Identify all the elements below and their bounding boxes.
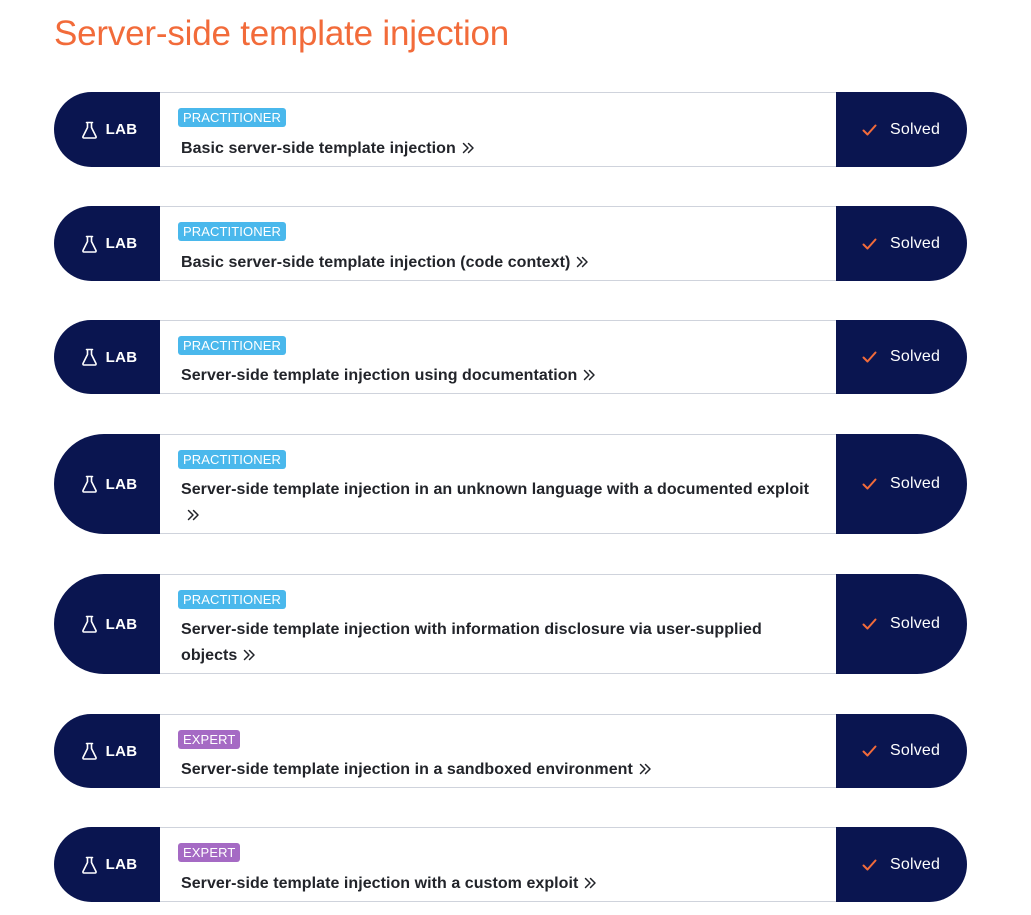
page-title: Server-side template injection xyxy=(54,14,510,53)
lab-type-tag: LAB xyxy=(54,206,160,281)
check-icon xyxy=(862,745,877,757)
lab-type-tag: LAB xyxy=(54,320,160,394)
lab-content: PRACTITIONER Server-side template inject… xyxy=(160,434,836,534)
lab-title-link[interactable]: Server-side template injection in a sand… xyxy=(181,757,816,783)
lab-row[interactable]: LAB PRACTITIONER Server-side template in… xyxy=(54,320,967,394)
lab-title-link[interactable]: Server-side template injection in an unk… xyxy=(181,477,816,529)
level-badge: EXPERT xyxy=(178,730,241,749)
lab-title-link[interactable]: Server-side template injection with info… xyxy=(181,617,816,669)
lab-type-tag: LAB xyxy=(54,714,160,788)
lab-type-label: LAB xyxy=(105,856,138,873)
lab-row[interactable]: LAB EXPERT Server-side template injectio… xyxy=(54,827,967,902)
lab-row[interactable]: LAB PRACTITIONER Server-side template in… xyxy=(54,434,967,534)
lab-title-link[interactable]: Basic server-side template injection (co… xyxy=(181,250,816,276)
check-icon xyxy=(862,618,877,630)
check-icon xyxy=(862,478,877,490)
lab-status: Solved xyxy=(836,206,967,281)
check-icon xyxy=(862,351,877,363)
double-chevron-right-icon xyxy=(584,369,596,381)
level-badge: PRACTITIONER xyxy=(178,450,286,469)
status-label: Solved xyxy=(890,234,941,252)
lab-title[interactable]: Server-side template injection with a cu… xyxy=(181,875,578,892)
double-chevron-right-icon xyxy=(244,649,256,661)
check-icon xyxy=(862,859,877,870)
level-badge: EXPERT xyxy=(178,843,241,862)
status-label: Solved xyxy=(890,742,941,759)
lab-row[interactable]: LAB PRACTITIONER Server-side template in… xyxy=(54,574,967,674)
status-label: Solved xyxy=(890,475,941,492)
lab-content: PRACTITIONER Basic server-side template … xyxy=(160,206,836,281)
status-label: Solved xyxy=(890,855,941,873)
lab-title[interactable]: Server-side template injection in an unk… xyxy=(181,481,809,498)
lab-title[interactable]: Server-side template injection in a sand… xyxy=(181,761,633,778)
lab-type-label: LAB xyxy=(105,121,138,138)
lab-title-link[interactable]: Server-side template injection with a cu… xyxy=(181,871,816,897)
lab-type-tag: LAB xyxy=(54,434,160,534)
double-chevron-right-icon xyxy=(585,877,597,889)
lab-title[interactable]: Server-side template injection using doc… xyxy=(181,367,577,384)
flask-icon xyxy=(81,121,97,139)
double-chevron-right-icon xyxy=(462,142,474,154)
double-chevron-right-icon xyxy=(577,256,589,268)
status-label: Solved xyxy=(890,120,941,138)
lab-type-tag: LAB xyxy=(54,827,160,902)
level-badge: PRACTITIONER xyxy=(178,222,286,241)
check-icon xyxy=(862,238,877,249)
lab-type-label: LAB xyxy=(105,615,138,633)
lab-type-label: LAB xyxy=(105,235,138,252)
lab-type-tag: LAB xyxy=(54,574,160,674)
lab-type-tag: LAB xyxy=(54,92,160,167)
lab-status: Solved xyxy=(836,827,967,902)
lab-type-label: LAB xyxy=(105,348,138,366)
level-badge: PRACTITIONER xyxy=(178,336,286,355)
lab-row[interactable]: LAB EXPERT Server-side template injectio… xyxy=(54,714,967,788)
lab-type-label: LAB xyxy=(105,742,138,760)
lab-status: Solved xyxy=(836,434,967,534)
double-chevron-right-icon xyxy=(187,509,199,521)
status-label: Solved xyxy=(890,348,941,365)
level-badge: PRACTITIONER xyxy=(178,108,286,127)
lab-content: PRACTITIONER Basic server-side template … xyxy=(160,92,836,167)
lab-title-link[interactable]: Server-side template injection using doc… xyxy=(181,363,816,389)
lab-status: Solved xyxy=(836,92,967,167)
lab-title[interactable]: Basic server-side template injection xyxy=(181,140,456,157)
lab-title[interactable]: Server-side template injection with info… xyxy=(181,621,762,664)
lab-status: Solved xyxy=(836,714,967,788)
lab-content: PRACTITIONER Server-side template inject… xyxy=(160,574,836,674)
lab-title[interactable]: Basic server-side template injection (co… xyxy=(181,254,570,271)
flask-icon xyxy=(81,475,97,493)
lab-status: Solved xyxy=(836,574,967,674)
lab-status: Solved xyxy=(836,320,967,394)
lab-content: EXPERT Server-side template injection in… xyxy=(160,714,836,788)
level-badge: PRACTITIONER xyxy=(178,590,286,609)
lab-content: PRACTITIONER Server-side template inject… xyxy=(160,320,836,394)
lab-title-link[interactable]: Basic server-side template injection xyxy=(181,136,816,162)
lab-row[interactable]: LAB PRACTITIONER Basic server-side templ… xyxy=(54,206,967,281)
flask-icon xyxy=(81,615,97,633)
check-icon xyxy=(862,124,877,135)
flask-icon xyxy=(81,742,97,760)
flask-icon xyxy=(81,856,97,874)
lab-row[interactable]: LAB PRACTITIONER Basic server-side templ… xyxy=(54,92,967,167)
flask-icon xyxy=(81,235,97,253)
lab-content: EXPERT Server-side template injection wi… xyxy=(160,827,836,902)
lab-type-label: LAB xyxy=(105,475,138,493)
status-label: Solved xyxy=(890,615,941,632)
flask-icon xyxy=(81,348,97,366)
double-chevron-right-icon xyxy=(639,763,651,775)
